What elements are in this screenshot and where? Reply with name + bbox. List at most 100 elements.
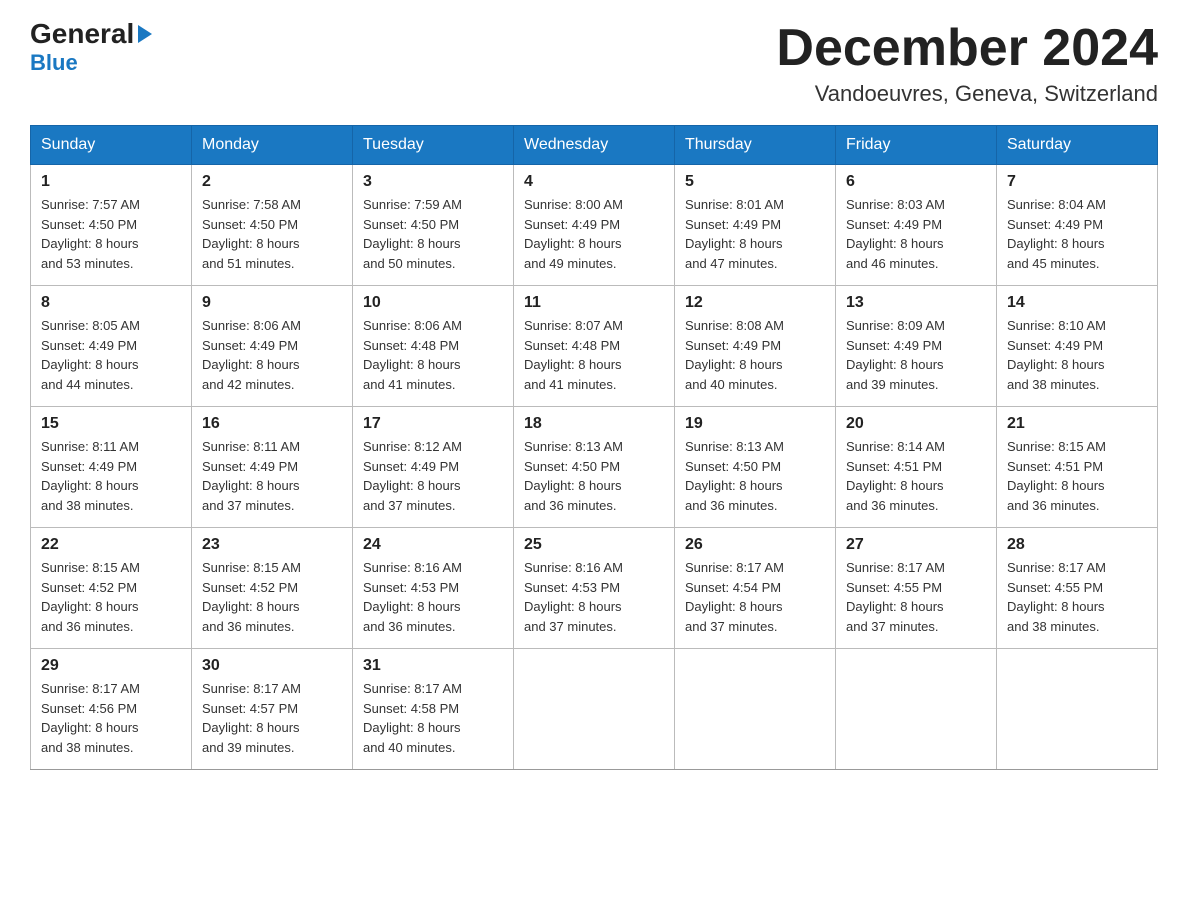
day-info: Sunrise: 8:07 AMSunset: 4:48 PMDaylight:… [524, 316, 664, 394]
day-number: 9 [202, 294, 342, 312]
day-number: 7 [1007, 173, 1147, 191]
day-info: Sunrise: 8:10 AMSunset: 4:49 PMDaylight:… [1007, 316, 1147, 394]
calendar-week-row: 22 Sunrise: 8:15 AMSunset: 4:52 PMDaylig… [31, 528, 1158, 649]
day-info: Sunrise: 8:15 AMSunset: 4:52 PMDaylight:… [202, 558, 342, 636]
day-info: Sunrise: 8:06 AMSunset: 4:48 PMDaylight:… [363, 316, 503, 394]
day-number: 20 [846, 415, 986, 433]
location-subtitle: Vandoeuvres, Geneva, Switzerland [776, 81, 1158, 107]
calendar-cell: 16 Sunrise: 8:11 AMSunset: 4:49 PMDaylig… [192, 407, 353, 528]
calendar-cell: 5 Sunrise: 8:01 AMSunset: 4:49 PMDayligh… [675, 165, 836, 286]
calendar-cell: 24 Sunrise: 8:16 AMSunset: 4:53 PMDaylig… [353, 528, 514, 649]
calendar-cell: 30 Sunrise: 8:17 AMSunset: 4:57 PMDaylig… [192, 649, 353, 770]
day-info: Sunrise: 8:16 AMSunset: 4:53 PMDaylight:… [363, 558, 503, 636]
calendar-cell: 2 Sunrise: 7:58 AMSunset: 4:50 PMDayligh… [192, 165, 353, 286]
calendar-cell: 11 Sunrise: 8:07 AMSunset: 4:48 PMDaylig… [514, 286, 675, 407]
calendar-cell: 27 Sunrise: 8:17 AMSunset: 4:55 PMDaylig… [836, 528, 997, 649]
calendar-cell: 18 Sunrise: 8:13 AMSunset: 4:50 PMDaylig… [514, 407, 675, 528]
day-number: 17 [363, 415, 503, 433]
logo-general: General [30, 20, 152, 48]
calendar-cell: 1 Sunrise: 7:57 AMSunset: 4:50 PMDayligh… [31, 165, 192, 286]
day-info: Sunrise: 8:17 AMSunset: 4:54 PMDaylight:… [685, 558, 825, 636]
day-number: 19 [685, 415, 825, 433]
day-number: 15 [41, 415, 181, 433]
calendar-cell: 20 Sunrise: 8:14 AMSunset: 4:51 PMDaylig… [836, 407, 997, 528]
day-info: Sunrise: 8:03 AMSunset: 4:49 PMDaylight:… [846, 195, 986, 273]
day-info: Sunrise: 8:17 AMSunset: 4:55 PMDaylight:… [846, 558, 986, 636]
day-info: Sunrise: 8:06 AMSunset: 4:49 PMDaylight:… [202, 316, 342, 394]
calendar-cell: 21 Sunrise: 8:15 AMSunset: 4:51 PMDaylig… [997, 407, 1158, 528]
calendar-cell: 31 Sunrise: 8:17 AMSunset: 4:58 PMDaylig… [353, 649, 514, 770]
day-info: Sunrise: 8:15 AMSunset: 4:52 PMDaylight:… [41, 558, 181, 636]
day-info: Sunrise: 7:58 AMSunset: 4:50 PMDaylight:… [202, 195, 342, 273]
calendar-cell: 8 Sunrise: 8:05 AMSunset: 4:49 PMDayligh… [31, 286, 192, 407]
day-info: Sunrise: 8:17 AMSunset: 4:58 PMDaylight:… [363, 679, 503, 757]
day-info: Sunrise: 8:16 AMSunset: 4:53 PMDaylight:… [524, 558, 664, 636]
calendar-cell: 9 Sunrise: 8:06 AMSunset: 4:49 PMDayligh… [192, 286, 353, 407]
day-number: 29 [41, 657, 181, 675]
calendar-header-row: SundayMondayTuesdayWednesdayThursdayFrid… [31, 126, 1158, 165]
calendar-cell: 29 Sunrise: 8:17 AMSunset: 4:56 PMDaylig… [31, 649, 192, 770]
calendar-week-row: 15 Sunrise: 8:11 AMSunset: 4:49 PMDaylig… [31, 407, 1158, 528]
calendar-cell: 7 Sunrise: 8:04 AMSunset: 4:49 PMDayligh… [997, 165, 1158, 286]
day-info: Sunrise: 8:05 AMSunset: 4:49 PMDaylight:… [41, 316, 181, 394]
calendar-cell: 17 Sunrise: 8:12 AMSunset: 4:49 PMDaylig… [353, 407, 514, 528]
logo-blue-text: Blue [30, 50, 78, 76]
day-number: 30 [202, 657, 342, 675]
day-number: 11 [524, 294, 664, 312]
day-info: Sunrise: 8:17 AMSunset: 4:56 PMDaylight:… [41, 679, 181, 757]
day-number: 28 [1007, 536, 1147, 554]
calendar-cell [675, 649, 836, 770]
day-number: 21 [1007, 415, 1147, 433]
calendar-cell [514, 649, 675, 770]
day-info: Sunrise: 8:11 AMSunset: 4:49 PMDaylight:… [202, 437, 342, 515]
calendar-cell: 12 Sunrise: 8:08 AMSunset: 4:49 PMDaylig… [675, 286, 836, 407]
calendar-cell: 14 Sunrise: 8:10 AMSunset: 4:49 PMDaylig… [997, 286, 1158, 407]
day-number: 24 [363, 536, 503, 554]
day-info: Sunrise: 8:00 AMSunset: 4:49 PMDaylight:… [524, 195, 664, 273]
day-number: 6 [846, 173, 986, 191]
day-info: Sunrise: 8:08 AMSunset: 4:49 PMDaylight:… [685, 316, 825, 394]
calendar-header-friday: Friday [836, 126, 997, 165]
calendar-cell [836, 649, 997, 770]
day-info: Sunrise: 8:17 AMSunset: 4:55 PMDaylight:… [1007, 558, 1147, 636]
calendar-cell: 22 Sunrise: 8:15 AMSunset: 4:52 PMDaylig… [31, 528, 192, 649]
calendar-cell: 25 Sunrise: 8:16 AMSunset: 4:53 PMDaylig… [514, 528, 675, 649]
day-number: 27 [846, 536, 986, 554]
calendar-cell: 13 Sunrise: 8:09 AMSunset: 4:49 PMDaylig… [836, 286, 997, 407]
calendar-cell: 10 Sunrise: 8:06 AMSunset: 4:48 PMDaylig… [353, 286, 514, 407]
calendar-cell [997, 649, 1158, 770]
calendar-cell: 26 Sunrise: 8:17 AMSunset: 4:54 PMDaylig… [675, 528, 836, 649]
day-number: 8 [41, 294, 181, 312]
page-header: General Blue December 2024 Vandoeuvres, … [30, 20, 1158, 107]
day-info: Sunrise: 8:13 AMSunset: 4:50 PMDaylight:… [524, 437, 664, 515]
day-info: Sunrise: 7:57 AMSunset: 4:50 PMDaylight:… [41, 195, 181, 273]
day-info: Sunrise: 7:59 AMSunset: 4:50 PMDaylight:… [363, 195, 503, 273]
day-number: 4 [524, 173, 664, 191]
day-number: 13 [846, 294, 986, 312]
day-number: 12 [685, 294, 825, 312]
day-number: 3 [363, 173, 503, 191]
day-number: 18 [524, 415, 664, 433]
calendar-header-tuesday: Tuesday [353, 126, 514, 165]
day-number: 16 [202, 415, 342, 433]
day-info: Sunrise: 8:11 AMSunset: 4:49 PMDaylight:… [41, 437, 181, 515]
calendar-cell: 28 Sunrise: 8:17 AMSunset: 4:55 PMDaylig… [997, 528, 1158, 649]
calendar-cell: 3 Sunrise: 7:59 AMSunset: 4:50 PMDayligh… [353, 165, 514, 286]
day-number: 5 [685, 173, 825, 191]
day-info: Sunrise: 8:15 AMSunset: 4:51 PMDaylight:… [1007, 437, 1147, 515]
calendar-week-row: 8 Sunrise: 8:05 AMSunset: 4:49 PMDayligh… [31, 286, 1158, 407]
day-number: 22 [41, 536, 181, 554]
calendar-header-monday: Monday [192, 126, 353, 165]
calendar-cell: 19 Sunrise: 8:13 AMSunset: 4:50 PMDaylig… [675, 407, 836, 528]
day-number: 2 [202, 173, 342, 191]
calendar-header-wednesday: Wednesday [514, 126, 675, 165]
calendar-week-row: 1 Sunrise: 7:57 AMSunset: 4:50 PMDayligh… [31, 165, 1158, 286]
logo-arrow-icon [138, 25, 152, 43]
logo: General Blue [30, 20, 152, 76]
day-info: Sunrise: 8:17 AMSunset: 4:57 PMDaylight:… [202, 679, 342, 757]
day-number: 10 [363, 294, 503, 312]
day-info: Sunrise: 8:12 AMSunset: 4:49 PMDaylight:… [363, 437, 503, 515]
calendar-cell: 6 Sunrise: 8:03 AMSunset: 4:49 PMDayligh… [836, 165, 997, 286]
calendar-header-saturday: Saturday [997, 126, 1158, 165]
calendar-cell: 15 Sunrise: 8:11 AMSunset: 4:49 PMDaylig… [31, 407, 192, 528]
